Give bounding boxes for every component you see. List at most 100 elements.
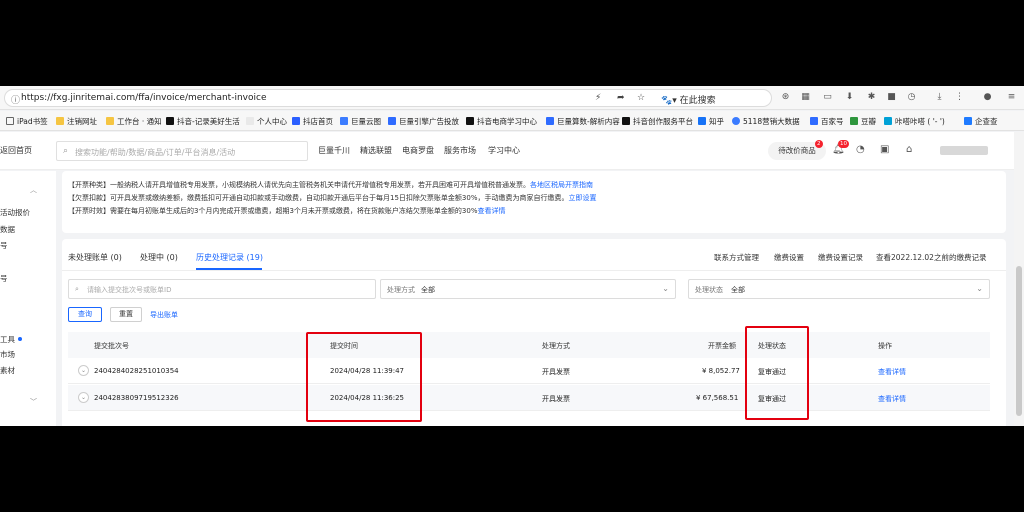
star-icon[interactable]: ☆ <box>637 93 645 103</box>
grid-icon[interactable]: ▦ <box>800 92 811 103</box>
bookmark-item[interactable]: 抖店首页 <box>292 116 333 127</box>
browser-window: ⓘ https://fxg.jinritemai.com/ffa/invoice… <box>0 86 1024 426</box>
tab-history[interactable]: 历史处理记录 (19) <box>196 252 263 263</box>
sidebar-item[interactable]: 号 <box>0 240 8 251</box>
bookmark-label: 抖店首页 <box>303 117 333 126</box>
douban-icon <box>850 117 858 125</box>
cell-batch: 2404283809719512326 <box>94 394 179 402</box>
bookmark-item[interactable]: 抖音电商学习中心 <box>466 116 537 127</box>
left-sidebar: ︿ 活动报价 数据 号 号 工具 市场 素材 ﹀ <box>0 171 56 426</box>
extension-icon[interactable]: ⊛ <box>780 92 791 103</box>
bookmark-item[interactable]: 咔嗒咔嗒 ( '- ') <box>884 116 945 127</box>
more-icon[interactable]: ⋮ <box>954 92 965 103</box>
chevron-down-icon: ⌄ <box>976 284 983 293</box>
bookmark-item[interactable]: 注销网址 <box>56 116 97 127</box>
download-arrow-icon[interactable]: ⬇ <box>844 92 855 103</box>
lightning-icon[interactable]: ⚡ <box>595 93 601 103</box>
bookmark-item[interactable]: 个人中心 <box>246 116 287 127</box>
tab-unprocessed[interactable]: 未处理账单 (0) <box>68 252 122 263</box>
cell-method: 开具发票 <box>542 395 570 403</box>
th-action: 操作 <box>878 342 892 350</box>
menu-icon[interactable]: ≡ <box>1006 92 1017 103</box>
sidebar-item[interactable]: 数据 <box>0 224 15 235</box>
bookmark-label: 工作台 · 通知 <box>117 117 162 126</box>
back-home-link[interactable]: 返回首页 <box>0 145 32 156</box>
sidebar-item[interactable]: 市场 <box>0 349 15 360</box>
sidebar-item[interactable]: 号 <box>0 273 8 284</box>
view-detail-link[interactable]: 查看详情 <box>878 367 906 377</box>
bookmark-item[interactable]: 抖音-记录美好生活 <box>166 116 240 127</box>
nav-item[interactable]: 电商罗盘 <box>402 145 434 156</box>
bookmark-item[interactable]: 工作台 · 通知 <box>106 116 162 127</box>
info-icon[interactable]: ⓘ <box>11 93 20 106</box>
notice-link[interactable]: 各地区税局开票指南 <box>530 181 593 189</box>
history-icon[interactable]: ◷ <box>906 92 917 103</box>
share-icon[interactable]: ➦ <box>617 93 625 103</box>
douyin-icon <box>466 117 474 125</box>
store-icon[interactable]: ⌂ <box>906 144 912 155</box>
tv-icon <box>884 117 892 125</box>
export-bill-button[interactable]: 导出账单 <box>150 310 178 320</box>
expand-row-icon[interactable]: ⌄ <box>78 365 89 376</box>
sidebar-item[interactable]: 素材 <box>0 365 15 376</box>
downloads-icon[interactable]: ⤓ <box>934 92 945 103</box>
url-text[interactable]: https://fxg.jinritemai.com/ffa/invoice/m… <box>21 93 266 103</box>
notice-link[interactable]: 立即设置 <box>568 194 596 202</box>
bookmark-item[interactable]: 抖音创作服务平台 <box>622 116 693 127</box>
chevron-up-icon[interactable]: ︿ <box>30 185 37 195</box>
old-payment-records-link[interactable]: 查看2022.12.02之前的缴费记录 <box>876 252 986 263</box>
plugin-icon[interactable]: ✱ <box>866 92 877 103</box>
cell-batch: 2404284028251010354 <box>94 367 179 375</box>
bookmark-item[interactable]: 巨量算数-解析内容 <box>546 116 620 127</box>
bookmark-label: 巨量引擎广告投放 <box>399 117 459 126</box>
bookmark-item[interactable]: 百家号 <box>810 116 844 127</box>
reset-button[interactable]: 重置 <box>110 307 142 322</box>
app-square-icon[interactable]: ■ <box>886 92 897 103</box>
sidebar-item-label: 工具 <box>0 335 15 344</box>
sidebar-item[interactable]: 活动报价 <box>0 207 30 218</box>
bookmark-item[interactable]: iPad书签 <box>6 116 48 127</box>
nav-item[interactable]: 服务市场 <box>444 145 476 156</box>
method-select[interactable]: 处理方式 全部 ⌄ <box>380 279 676 299</box>
batch-search-input[interactable]: ⌕ 请输入提交批次号或账单ID <box>68 279 376 299</box>
table-row: ⌄ 2404283809719512326 2024/04/28 11:36:2… <box>68 385 990 411</box>
bookmark-item[interactable]: 巨量云图 <box>340 116 381 127</box>
app-search-input[interactable]: ⌕ 搜索功能/帮助/数据/商品/订单/平台消息/活动 <box>56 141 308 161</box>
page-scrollbar-thumb[interactable] <box>1016 266 1022 416</box>
bookmark-item[interactable]: 巨量引擎广告投放 <box>388 116 459 127</box>
headset-icon[interactable]: ◔ <box>856 144 865 155</box>
th-method: 处理方式 <box>542 342 570 350</box>
nav-item[interactable]: 学习中心 <box>488 145 520 156</box>
sidebar-item-tools[interactable]: 工具 <box>0 334 22 345</box>
chevron-down-icon[interactable]: ﹀ <box>30 397 37 407</box>
cell-method: 开具发票 <box>542 368 570 376</box>
bookmark-item[interactable]: 豆瓣 <box>850 116 876 127</box>
view-detail-link[interactable]: 查看详情 <box>878 394 906 404</box>
image-icon[interactable]: ▭ <box>822 92 833 103</box>
nav-item[interactable]: 精选联盟 <box>360 145 392 156</box>
payment-settings-record-link[interactable]: 缴费设置记录 <box>818 252 863 263</box>
bookmark-item[interactable]: 知乎 <box>698 116 724 127</box>
expand-row-icon[interactable]: ⌄ <box>78 392 89 403</box>
tab-processing[interactable]: 处理中 (0) <box>140 252 178 263</box>
profile-avatar-icon[interactable]: ● <box>982 92 993 103</box>
contact-management-link[interactable]: 联系方式管理 <box>714 252 759 263</box>
notice-line: 【开票种类】一般纳税人请开具增值税专用发票，小规模纳税人请优先向主管税务机关申请… <box>68 180 593 190</box>
th-amount: 开票金额 <box>708 342 736 350</box>
data-icon <box>732 117 740 125</box>
bookmark-item[interactable]: 企查查 <box>964 116 998 127</box>
search-engine-box[interactable]: 🐾▾ 在此搜索 <box>661 93 716 106</box>
paw-icon: 🐾 <box>661 96 673 106</box>
nav-item[interactable]: 巨量千川 <box>318 145 350 156</box>
query-button[interactable]: 查询 <box>68 307 102 322</box>
highlight-status <box>745 326 809 420</box>
address-bar[interactable]: ⓘ https://fxg.jinritemai.com/ffa/invoice… <box>4 89 772 107</box>
monitor-icon[interactable]: ▣ <box>880 144 889 155</box>
bookmark-item[interactable]: 5118营销大数据 <box>732 116 800 127</box>
user-name-blurred[interactable] <box>940 146 988 155</box>
status-select[interactable]: 处理状态 全部 ⌄ <box>688 279 990 299</box>
bookmark-label: 注销网址 <box>67 117 97 126</box>
payment-settings-link[interactable]: 缴费设置 <box>774 252 804 263</box>
bookmark-label: 企查查 <box>975 117 998 126</box>
notice-link[interactable]: 查看详情 <box>477 207 505 215</box>
